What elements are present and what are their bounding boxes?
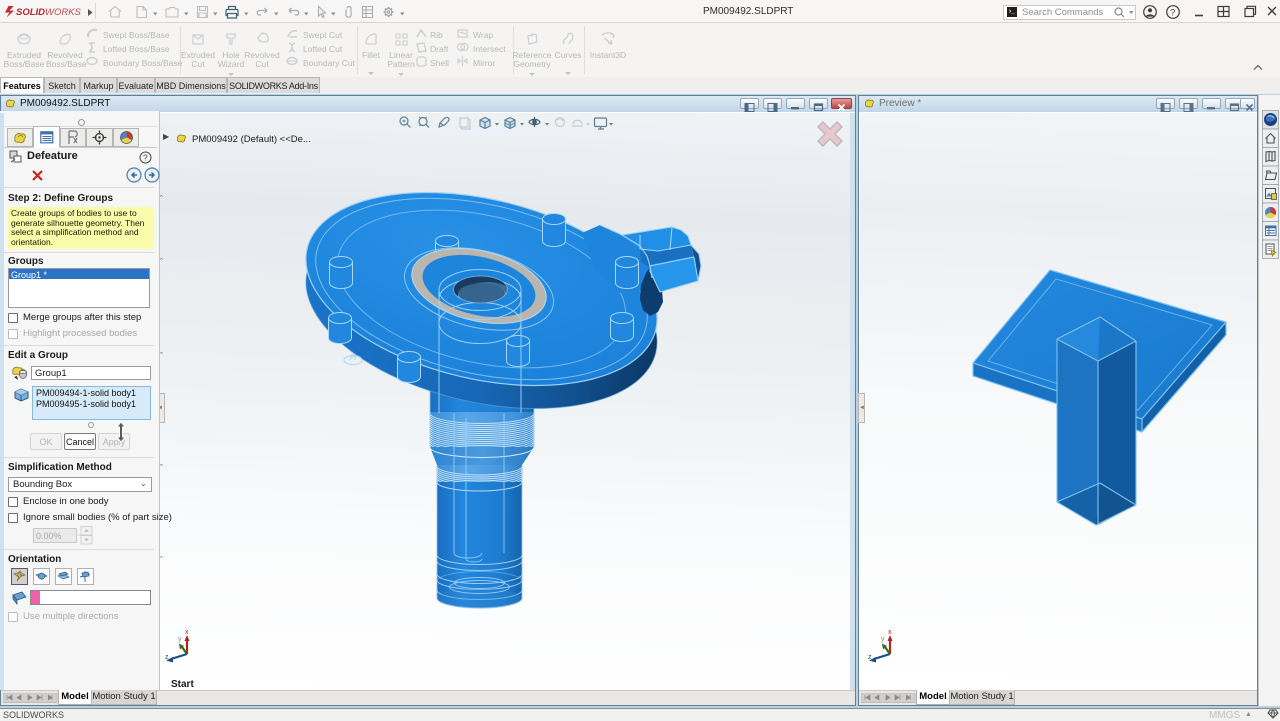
svg-text:z: z [868,654,872,661]
svg-text:z: z [165,654,169,661]
svg-text:WORKS: WORKS [45,7,82,18]
svg-text:y: y [881,636,885,643]
svg-text:x: x [185,629,189,636]
svg-text:?: ? [1170,8,1175,19]
svg-text:y: y [178,636,182,643]
svg-text:x: x [888,629,892,636]
svg-text:SOLID: SOLID [16,7,45,18]
svg-text:?: ? [143,153,148,163]
